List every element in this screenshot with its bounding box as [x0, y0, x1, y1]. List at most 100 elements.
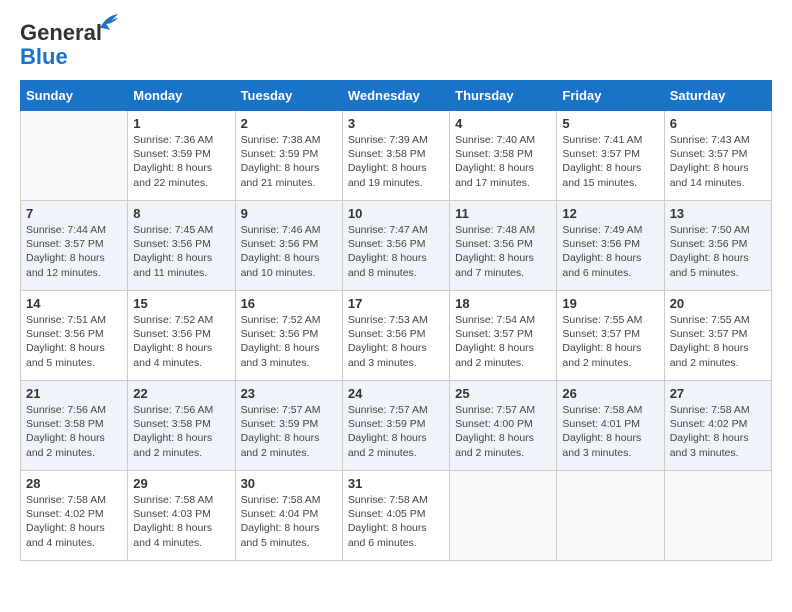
calendar-cell: 10Sunrise: 7:47 AMSunset: 3:56 PMDayligh… — [342, 201, 449, 291]
calendar-cell: 17Sunrise: 7:53 AMSunset: 3:56 PMDayligh… — [342, 291, 449, 381]
day-number: 18 — [455, 296, 551, 311]
sunset-text: Sunset: 4:04 PM — [241, 508, 319, 520]
day-info: Sunrise: 7:52 AMSunset: 3:56 PMDaylight:… — [241, 313, 337, 370]
calendar-cell: 20Sunrise: 7:55 AMSunset: 3:57 PMDayligh… — [664, 291, 771, 381]
sunrise-text: Sunrise: 7:54 AM — [455, 314, 535, 326]
sunrise-text: Sunrise: 7:58 AM — [348, 494, 428, 506]
sunset-text: Sunset: 3:57 PM — [670, 328, 748, 340]
daylight-text: Daylight: 8 hours and 6 minutes. — [562, 252, 641, 278]
calendar-cell: 30Sunrise: 7:58 AMSunset: 4:04 PMDayligh… — [235, 471, 342, 561]
calendar-cell: 8 Sunrise: 7:45 AMSunset: 3:56 PMDaylight… — [128, 201, 235, 291]
calendar-cell: 24Sunrise: 7:57 AMSunset: 3:59 PMDayligh… — [342, 381, 449, 471]
day-info: Sunrise: 7:58 AMSunset: 4:01 PMDaylight:… — [562, 403, 658, 460]
logo-blue: Blue — [20, 44, 68, 70]
calendar-cell: 26Sunrise: 7:58 AMSunset: 4:01 PMDayligh… — [557, 381, 664, 471]
day-number: 13 — [670, 206, 766, 221]
sunrise-text: Sunrise: 7:58 AM — [670, 404, 750, 416]
sunset-text: Sunset: 3:57 PM — [562, 148, 640, 160]
day-number: 4 — [455, 116, 551, 131]
sunset-text: Sunset: 3:56 PM — [241, 238, 319, 250]
daylight-text: Daylight: 8 hours and 22 minutes. — [133, 162, 212, 188]
daylight-text: Daylight: 8 hours and 2 minutes. — [670, 342, 749, 368]
calendar-cell: 18 Sunrise: 7:54 AM Sunset: 3:57 PM Dayligh… — [450, 291, 557, 381]
calendar-body: 1Sunrise: 7:36 AMSunset: 3:59 PMDaylight… — [21, 111, 772, 561]
column-header-saturday: Saturday — [664, 81, 771, 111]
sunset-text: Sunset: 3:58 PM — [348, 148, 426, 160]
daylight-text: Daylight: 8 hours and 15 minutes. — [562, 162, 641, 188]
day-info: Sunrise: 7:45 AMSunset: 3:56 PMDaylight:… — [133, 223, 229, 280]
daylight-text: Daylight: 8 hours and 2 minutes. — [455, 342, 534, 368]
sunrise-text: Sunrise: 7:39 AM — [348, 134, 428, 146]
calendar-cell: 5 Sunrise: 7:41 AMSunset: 3:57 PMDaylight… — [557, 111, 664, 201]
daylight-text: Daylight: 8 hours and 8 minutes. — [348, 252, 427, 278]
calendar-cell — [664, 471, 771, 561]
day-number: 29 — [133, 476, 229, 491]
day-number: 5 — [562, 116, 658, 131]
column-header-friday: Friday — [557, 81, 664, 111]
sunset-text: Sunset: 3:57 PM — [670, 148, 748, 160]
sunrise-text: Sunrise: 7:57 AM — [241, 404, 321, 416]
sunrise-text: Sunrise: 7:58 AM — [133, 494, 213, 506]
day-info: Sunrise: 7:48 AMSunset: 3:56 PMDaylight:… — [455, 223, 551, 280]
sunset-text: Sunset: 3:58 PM — [26, 418, 104, 430]
day-info: Sunrise: 7:54 AM Sunset: 3:57 PM Daylight:… — [455, 313, 551, 370]
day-number: 10 — [348, 206, 444, 221]
calendar-cell: 27Sunrise: 7:58 AMSunset: 4:02 PMDayligh… — [664, 381, 771, 471]
sunset-text: Sunset: 3:57 PM — [455, 328, 533, 340]
daylight-text: Daylight: 8 hours and 5 minutes. — [241, 522, 320, 548]
calendar-cell: 31Sunrise: 7:58 AMSunset: 4:05 PMDayligh… — [342, 471, 449, 561]
sunset-text: Sunset: 3:59 PM — [241, 418, 319, 430]
day-number: 27 — [670, 386, 766, 401]
sunrise-text: Sunrise: 7:48 AM — [455, 224, 535, 236]
daylight-text: Daylight: 8 hours and 5 minutes. — [26, 342, 105, 368]
day-info: Sunrise: 7:41 AMSunset: 3:57 PMDaylight:… — [562, 133, 658, 190]
day-info: Sunrise: 7:39 AMSunset: 3:58 PMDaylight:… — [348, 133, 444, 190]
day-number: 21 — [26, 386, 122, 401]
calendar-week-row: 14Sunrise: 7:51 AMSunset: 3:56 PMDayligh… — [21, 291, 772, 381]
day-number: 2 — [241, 116, 337, 131]
calendar-cell — [21, 111, 128, 201]
day-number: 8 — [133, 206, 229, 221]
daylight-text: Daylight: 8 hours and 4 minutes. — [26, 522, 105, 548]
daylight-text: Daylight: 8 hours and 10 minutes. — [241, 252, 320, 278]
sunrise-text: Sunrise: 7:40 AM — [455, 134, 535, 146]
sunset-text: Sunset: 3:59 PM — [133, 148, 211, 160]
calendar-cell: 11Sunrise: 7:48 AMSunset: 3:56 PMDayligh… — [450, 201, 557, 291]
day-number: 12 — [562, 206, 658, 221]
column-header-tuesday: Tuesday — [235, 81, 342, 111]
logo-bird-icon — [98, 12, 120, 32]
sunrise-text: Sunrise: 7:43 AM — [670, 134, 750, 146]
sunrise-text: Sunrise: 7:46 AM — [241, 224, 321, 236]
day-number: 7 — [26, 206, 122, 221]
sunset-text: Sunset: 3:56 PM — [133, 328, 211, 340]
sunrise-text: Sunrise: 7:53 AM — [348, 314, 428, 326]
daylight-text: Daylight: 8 hours and 2 minutes. — [241, 432, 320, 458]
sunset-text: Sunset: 3:56 PM — [26, 328, 104, 340]
daylight-text: Daylight: 8 hours and 21 minutes. — [241, 162, 320, 188]
sunset-text: Sunset: 4:02 PM — [670, 418, 748, 430]
sunset-text: Sunset: 3:59 PM — [348, 418, 426, 430]
sunset-text: Sunset: 3:56 PM — [133, 238, 211, 250]
day-number: 11 — [455, 206, 551, 221]
day-info: Sunrise: 7:49 AMSunset: 3:56 PMDaylight:… — [562, 223, 658, 280]
sunrise-text: Sunrise: 7:36 AM — [133, 134, 213, 146]
day-info: Sunrise: 7:43 AMSunset: 3:57 PMDaylight:… — [670, 133, 766, 190]
calendar-cell: 6Sunrise: 7:43 AMSunset: 3:57 PMDaylight… — [664, 111, 771, 201]
sunrise-text: Sunrise: 7:52 AM — [133, 314, 213, 326]
sunrise-text: Sunrise: 7:56 AM — [133, 404, 213, 416]
daylight-text: Daylight: 8 hours and 3 minutes. — [241, 342, 320, 368]
sunrise-text: Sunrise: 7:58 AM — [26, 494, 106, 506]
sunrise-text: Sunrise: 7:58 AM — [241, 494, 321, 506]
calendar-week-row: 1Sunrise: 7:36 AMSunset: 3:59 PMDaylight… — [21, 111, 772, 201]
day-info: Sunrise: 7:55 AMSunset: 3:57 PMDaylight:… — [562, 313, 658, 370]
column-header-thursday: Thursday — [450, 81, 557, 111]
day-info: Sunrise: 7:51 AMSunset: 3:56 PMDaylight:… — [26, 313, 122, 370]
sunrise-text: Sunrise: 7:38 AM — [241, 134, 321, 146]
calendar-cell: 19Sunrise: 7:55 AMSunset: 3:57 PMDayligh… — [557, 291, 664, 381]
sunset-text: Sunset: 3:56 PM — [455, 238, 533, 250]
day-info: Sunrise: 7:56 AMSunset: 3:58 PMDaylight:… — [133, 403, 229, 460]
sunrise-text: Sunrise: 7:57 AM — [455, 404, 535, 416]
daylight-text: Daylight: 8 hours and 2 minutes. — [26, 432, 105, 458]
day-info: Sunrise: 7:44 AMSunset: 3:57 PMDaylight:… — [26, 223, 122, 280]
sunrise-text: Sunrise: 7:50 AM — [670, 224, 750, 236]
